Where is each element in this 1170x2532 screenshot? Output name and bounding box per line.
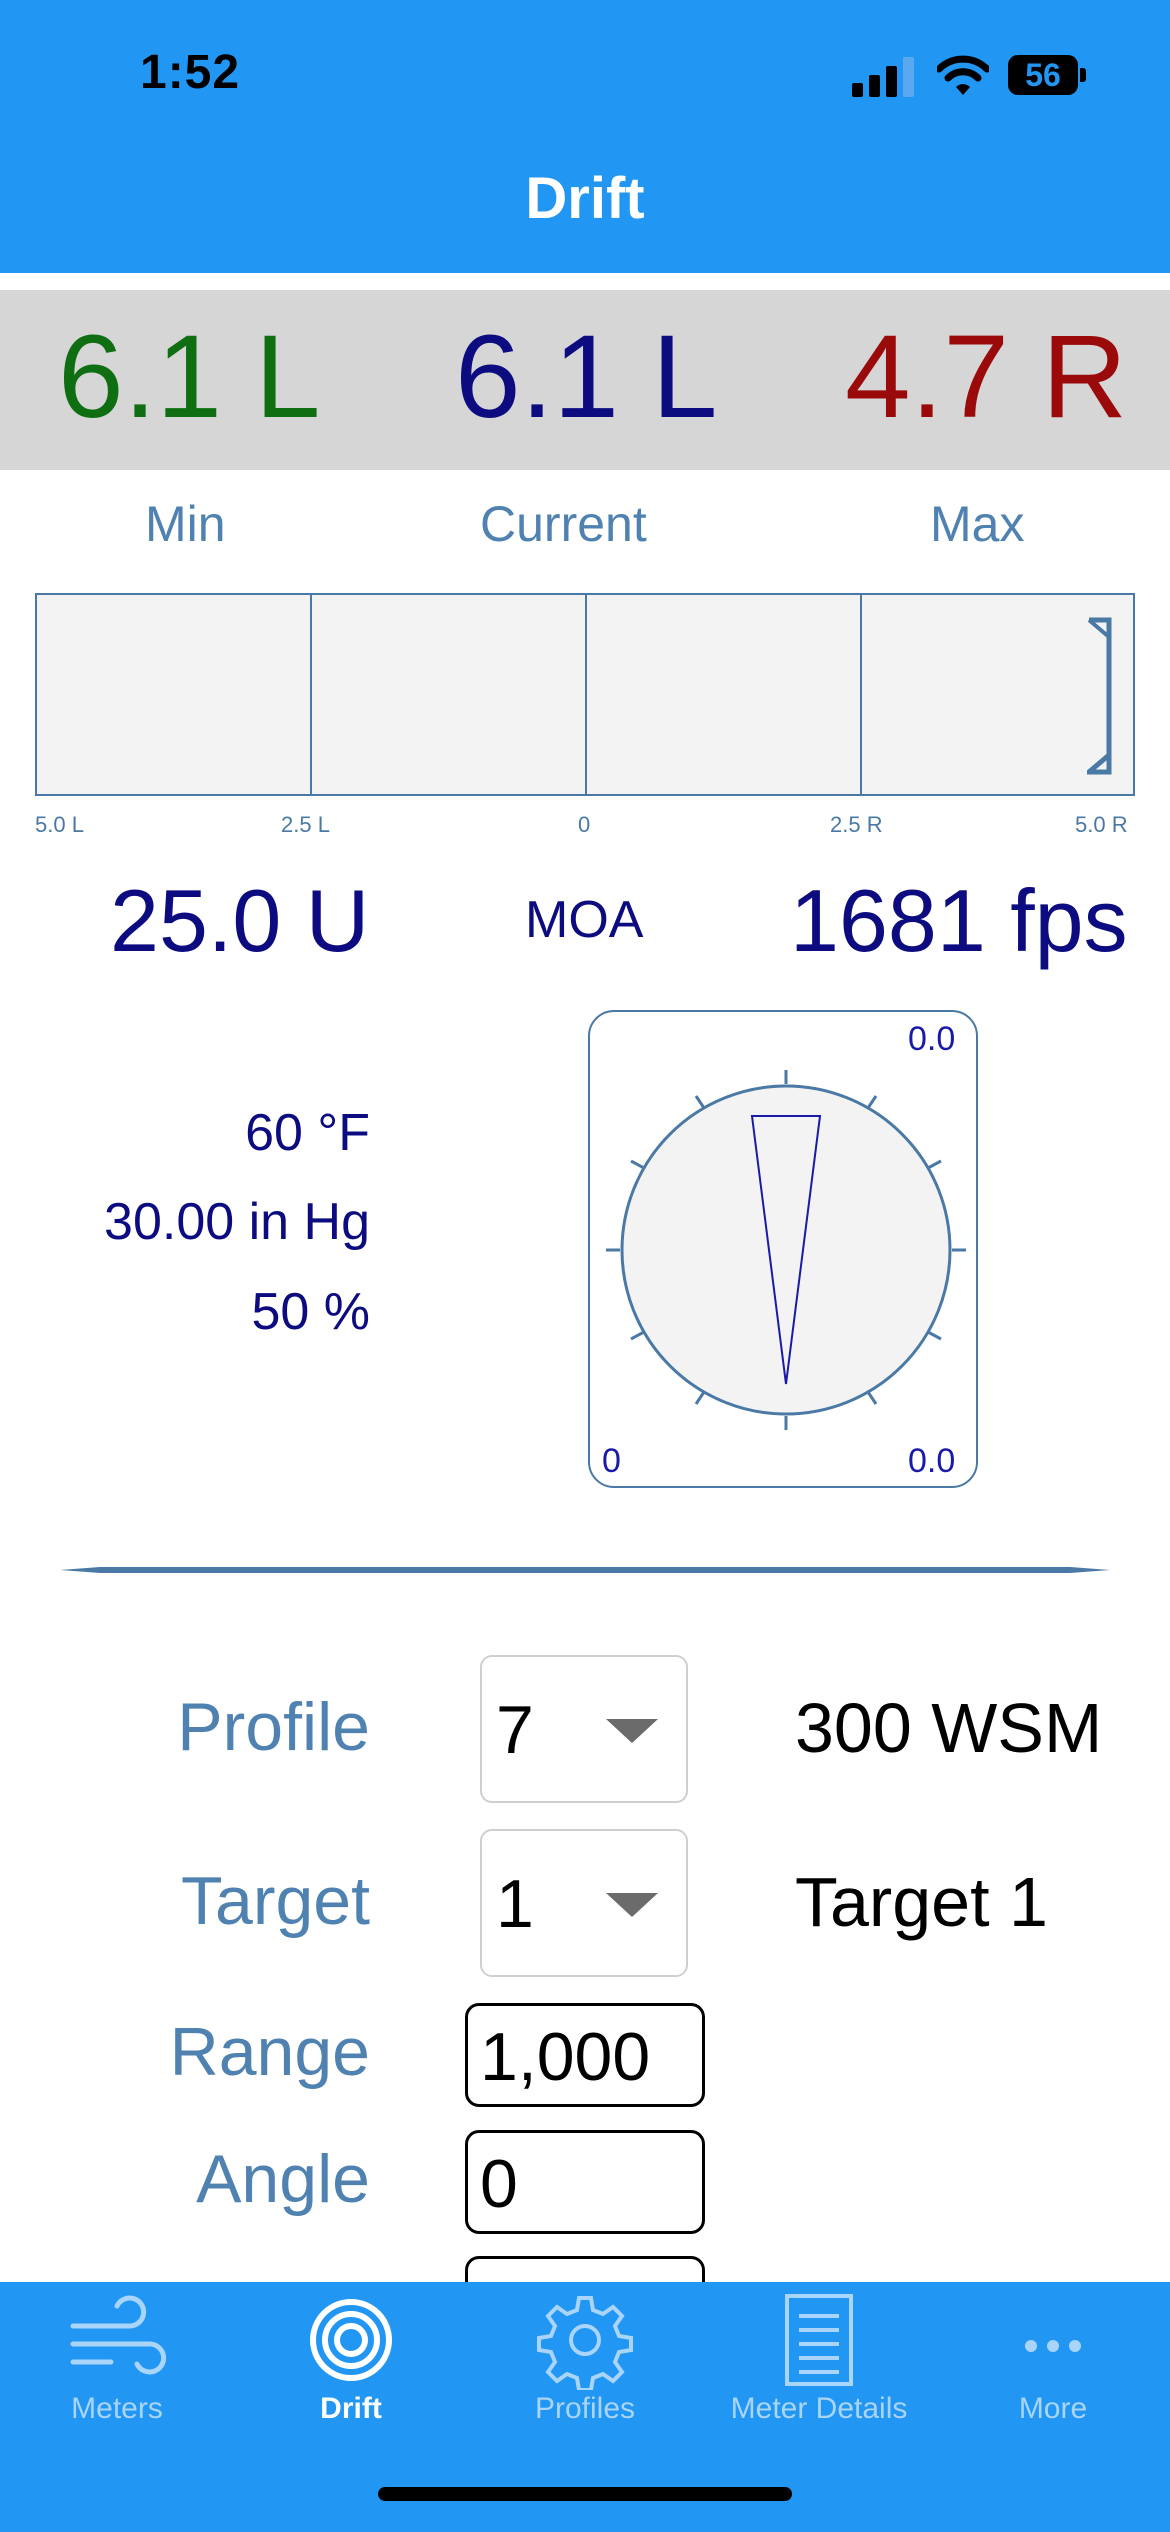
target-icon — [310, 2299, 392, 2381]
tab-drift[interactable]: Drift — [234, 2282, 468, 2442]
drift-max-value: 4.7 R — [845, 311, 1128, 443]
target-select[interactable]: 1 — [480, 1829, 688, 1977]
tab-meters[interactable]: Meters — [0, 2282, 234, 2442]
tab-more-label: More — [1018, 2392, 1088, 2425]
min-label: Min — [145, 496, 226, 552]
cellular-signal-icon — [852, 55, 918, 97]
battery-level: 56 — [1025, 57, 1061, 93]
velocity-value: 1681 fps — [790, 871, 1128, 970]
pressure-value: 30.00 in Hg — [104, 1193, 370, 1251]
elevation-value: 25.0 U — [110, 871, 370, 970]
temperature-value: 60 °F — [245, 1104, 370, 1162]
wind-icon — [70, 2295, 167, 2375]
more-icon — [1025, 2340, 1081, 2352]
tab-meters-label: Meters — [71, 2392, 163, 2425]
profile-name: 300 WSM — [795, 1689, 1103, 1767]
chevron-down-icon — [606, 1719, 658, 1743]
chevron-down-icon — [606, 1893, 658, 1917]
drift-range-marker — [1087, 617, 1112, 775]
range-label: Range — [169, 2014, 370, 2090]
wind-compass: 0.0 0 0.0 — [588, 1010, 978, 1488]
max-label: Max — [930, 496, 1025, 552]
scale-tick-label: 0 — [578, 812, 591, 837]
battery-icon: 56 — [1008, 55, 1086, 95]
compass-bottom-right-value: 0.0 — [908, 1442, 956, 1480]
navigation-header — [0, 0, 1170, 273]
humidity-value: 50 % — [251, 1283, 370, 1341]
target-name: Target 1 — [795, 1863, 1048, 1941]
page-title: Drift — [525, 166, 645, 231]
current-label: Current — [480, 496, 647, 552]
drift-min-value: 6.1 L — [58, 311, 321, 443]
scale-tick-label: 5.0 R — [1075, 812, 1128, 837]
drift-bar — [35, 593, 1135, 796]
tab-profiles-label: Profiles — [534, 2392, 636, 2425]
wifi-icon — [935, 55, 991, 97]
tab-profiles[interactable]: Profiles — [468, 2282, 702, 2442]
drift-current-value: 6.1 L — [455, 311, 718, 443]
tab-meter-details-label: Meter Details — [730, 2392, 908, 2425]
profile-select-value: 7 — [496, 1692, 534, 1768]
profile-select[interactable]: 7 — [480, 1655, 688, 1803]
scale-tick-label: 2.5 R — [830, 812, 883, 837]
angle-label: Angle — [196, 2141, 370, 2217]
home-indicator[interactable] — [378, 2487, 792, 2501]
profile-label: Profile — [177, 1689, 370, 1765]
scale-tick-label: 2.5 L — [281, 812, 330, 837]
compass-top-right-value: 0.0 — [908, 1020, 956, 1058]
gear-icon — [537, 2296, 633, 2390]
target-label: Target — [181, 1863, 370, 1939]
angle-field[interactable]: 0 — [465, 2130, 705, 2234]
document-icon — [785, 2294, 853, 2386]
range-field[interactable]: 1,000 — [465, 2003, 705, 2107]
section-divider — [60, 1567, 1110, 1573]
units-label: MOA — [525, 891, 644, 949]
tab-more[interactable]: More — [936, 2282, 1170, 2442]
compass-bottom-left-value: 0 — [602, 1442, 621, 1480]
tab-drift-label: Drift — [320, 2392, 382, 2425]
scale-tick-label: 5.0 L — [35, 812, 84, 837]
target-select-value: 1 — [496, 1866, 534, 1942]
tab-meter-details[interactable]: Meter Details — [702, 2282, 936, 2442]
status-time: 1:52 — [140, 46, 241, 99]
